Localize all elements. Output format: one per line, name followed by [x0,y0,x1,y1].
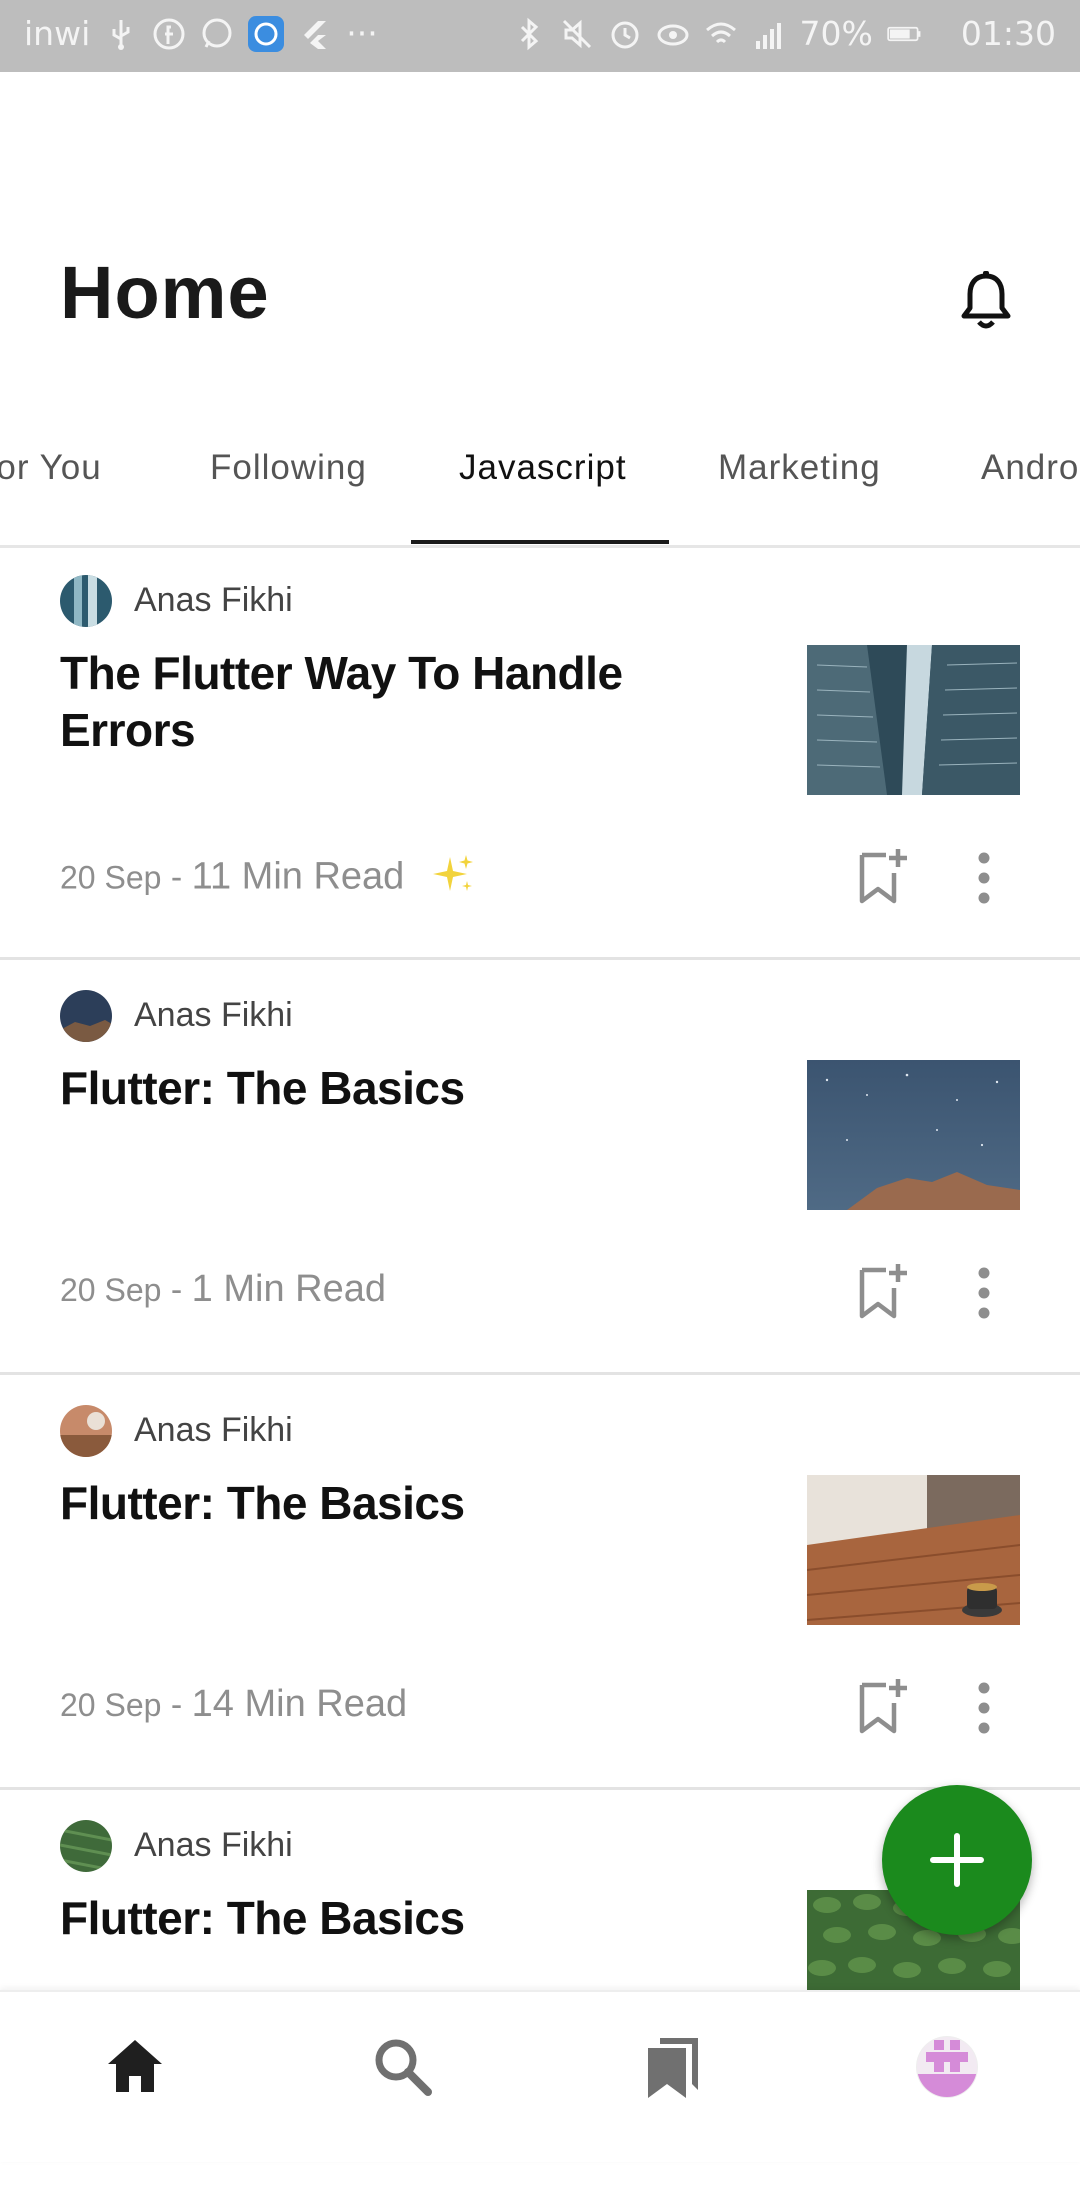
author-avatar[interactable] [60,575,112,627]
notifications-bell-icon[interactable] [958,270,1014,332]
more-notifications-icon: ··· [346,14,378,53]
signal-icon [752,17,786,51]
story-title[interactable]: The Flutter Way To Handle Errors [60,645,680,759]
status-bar: inwi ··· 70% 01:30 [0,0,1080,72]
add-bookmark-icon[interactable] [858,1677,908,1735]
clock: 01:30 [960,14,1056,53]
tab-javascript[interactable]: Javascript [459,448,627,488]
story-card[interactable]: Anas Fikhi Flutter: The Basics 20 Sep - … [0,1375,1080,1790]
topic-tabs: For You Following Javascript Marketing A… [0,410,1080,548]
wifi-icon [704,17,738,51]
add-bookmark-icon[interactable] [858,1262,908,1320]
whatsapp-icon [200,17,234,51]
home-icon[interactable] [100,2032,170,2102]
more-options-icon[interactable] [970,1681,998,1735]
mute-icon [560,17,594,51]
story-title[interactable]: Flutter: The Basics [60,1890,680,1947]
story-thumbnail[interactable] [807,1060,1020,1210]
eye-comfort-icon [656,17,690,51]
page-title: Home [60,251,270,334]
search-icon[interactable] [368,2032,438,2102]
story-date: 20 Sep [60,859,162,896]
tab-marketing[interactable]: Marketing [718,448,881,488]
meta-separator: - [170,1686,183,1724]
active-tab-indicator [411,540,669,544]
author-name[interactable]: Anas Fikhi [134,1826,293,1865]
story-card[interactable]: Anas Fikhi The Flutter Way To Handle Err… [0,545,1080,960]
story-thumbnail[interactable] [807,1475,1020,1625]
bluetooth-icon [512,17,546,51]
carrier-label: inwi [24,14,91,53]
flutter-icon [298,17,332,51]
bookmarks-icon[interactable] [640,2032,710,2102]
more-options-icon[interactable] [970,1266,998,1320]
meta-separator: - [170,858,183,897]
new-story-button[interactable] [882,1785,1032,1935]
alarm-icon [608,17,642,51]
bottom-navigation [0,1990,1080,2162]
messenger-app-icon [248,15,285,52]
author-avatar[interactable] [60,990,112,1042]
story-meta: 20 Sep - 14 Min Read [60,1683,407,1726]
sparkle-icon [432,853,476,906]
usb-icon [104,17,138,51]
meta-separator: - [170,1271,183,1309]
story-title[interactable]: Flutter: The Basics [60,1475,680,1532]
author-name[interactable]: Anas Fikhi [134,1411,293,1450]
read-time: 14 Min Read [191,1683,408,1725]
story-card[interactable]: Anas Fikhi Flutter: The Basics 20 Sep - … [0,960,1080,1375]
tab-following[interactable]: Following [210,448,367,488]
profile-avatar[interactable] [912,2032,982,2102]
story-thumbnail[interactable] [807,645,1020,795]
story-meta: 20 Sep - 1 Min Read [60,1268,386,1311]
tab-for-you[interactable]: For You [0,448,102,488]
author-name[interactable]: Anas Fikhi [134,996,293,1035]
story-title[interactable]: Flutter: The Basics [60,1060,680,1117]
battery-percent: 70% [799,14,873,53]
read-time: 1 Min Read [191,1268,386,1310]
add-bookmark-icon[interactable] [858,847,908,905]
more-options-icon[interactable] [970,851,998,905]
author-name[interactable]: Anas Fikhi [134,581,293,620]
facebook-icon [152,17,186,51]
author-avatar[interactable] [60,1405,112,1457]
tab-android[interactable]: Android [981,448,1080,488]
story-date: 20 Sep [60,1272,162,1308]
story-meta: 20 Sep - 11 Min Read [60,853,476,906]
author-avatar[interactable] [60,1820,112,1872]
read-time: 11 Min Read [191,855,405,898]
story-date: 20 Sep [60,1687,162,1723]
battery-icon [887,17,947,51]
